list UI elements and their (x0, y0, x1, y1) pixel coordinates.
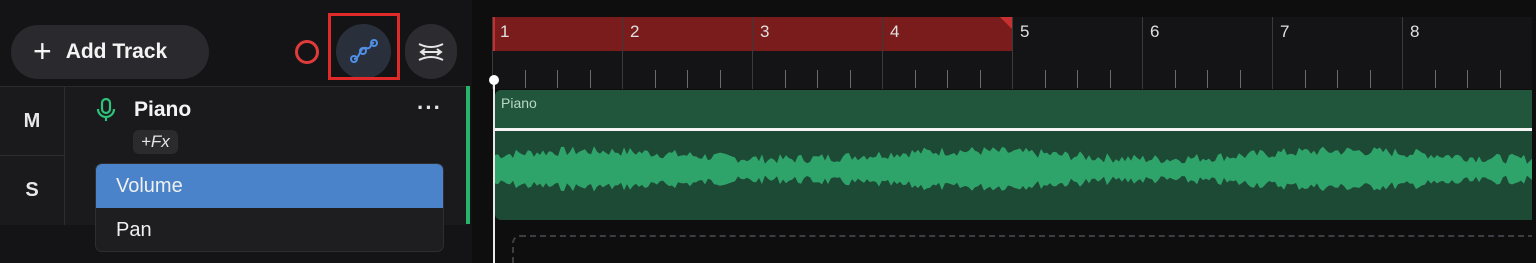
plus-icon: + (33, 32, 52, 69)
ruler-beat-tick (979, 70, 981, 88)
ruler-beat-tick (1174, 70, 1176, 88)
ruler-bar-line (1272, 17, 1273, 89)
ruler-bar-number: 3 (760, 22, 770, 41)
solo-button[interactable]: S (0, 156, 64, 224)
ruler-beat-tick (1109, 70, 1111, 88)
ruler-beat-tick (947, 70, 948, 88)
microphone-icon[interactable] (96, 97, 116, 123)
mute-button[interactable]: M (0, 87, 64, 156)
ruler-beat-tick (654, 70, 656, 88)
ruler-bar-number: 6 (1150, 22, 1160, 41)
ruler-beat-tick (1467, 70, 1468, 88)
ruler-beat-tick (1239, 70, 1241, 88)
ruler-beat-tick (1207, 70, 1208, 88)
waveform (495, 146, 1536, 192)
ruler-beat-tick (914, 70, 916, 88)
record-button[interactable] (295, 40, 319, 64)
ruler-bar-number: 1 (500, 22, 510, 41)
ruler-beat-tick (784, 70, 786, 88)
ruler-bar-number: 2 (630, 22, 640, 41)
ruler-beat-tick (589, 70, 591, 88)
ruler-bar-line (1012, 17, 1013, 89)
ruler-bar-line (622, 17, 623, 89)
timeline-ruler[interactable]: 1 2 3 4 5 6 7 8 (492, 17, 1536, 89)
ruler-beat-tick (524, 70, 526, 88)
ruler-bar-number: 7 (1280, 22, 1290, 41)
snap-button[interactable] (405, 24, 457, 79)
mute-solo-column: M S (0, 87, 65, 225)
ruler-bar-number: 4 (890, 22, 900, 41)
ruler-beat-tick (1304, 70, 1306, 88)
ruler-beat-tick (1434, 70, 1436, 88)
ruler-beat-tick (719, 70, 721, 88)
menu-item-volume[interactable]: Volume (96, 164, 443, 208)
ruler-bar-line (1402, 17, 1403, 89)
ruler-bar-line (1142, 17, 1143, 89)
ruler-beat-tick (687, 70, 688, 88)
menu-item-pan[interactable]: Pan (96, 208, 443, 251)
ruler-bar-line (882, 17, 883, 89)
add-fx-button[interactable]: +Fx (133, 130, 178, 154)
track-name[interactable]: Piano (134, 98, 191, 122)
add-track-label: Add Track (65, 40, 168, 63)
ruler-beat-tick (1499, 70, 1501, 88)
ruler-beat-tick (1369, 70, 1371, 88)
right-edge (1532, 0, 1536, 263)
track-color-bar (466, 86, 470, 224)
waveform-shape (495, 146, 1536, 192)
audio-clip[interactable]: Piano (495, 90, 1536, 220)
add-track-button[interactable]: + Add Track (11, 25, 209, 79)
annotation-highlight-box (328, 13, 400, 80)
ruler-bar-number: 5 (1020, 22, 1030, 41)
ruler-bar-number: 8 (1410, 22, 1420, 41)
ruler-beat-tick (1337, 70, 1338, 88)
snap-arrows-icon (418, 43, 444, 61)
more-options-icon[interactable]: ··· (417, 95, 442, 121)
ruler-beat-tick (1077, 70, 1078, 88)
ruler-beat-tick (817, 70, 818, 88)
empty-track-lane[interactable] (512, 235, 1536, 263)
automation-parameter-menu: Volume Pan (95, 163, 444, 252)
ruler-beat-tick (557, 70, 558, 88)
playhead-handle[interactable] (489, 75, 499, 85)
ruler-bar-line (752, 17, 753, 89)
ruler-beat-tick (849, 70, 851, 88)
ruler-beat-tick (1044, 70, 1046, 88)
